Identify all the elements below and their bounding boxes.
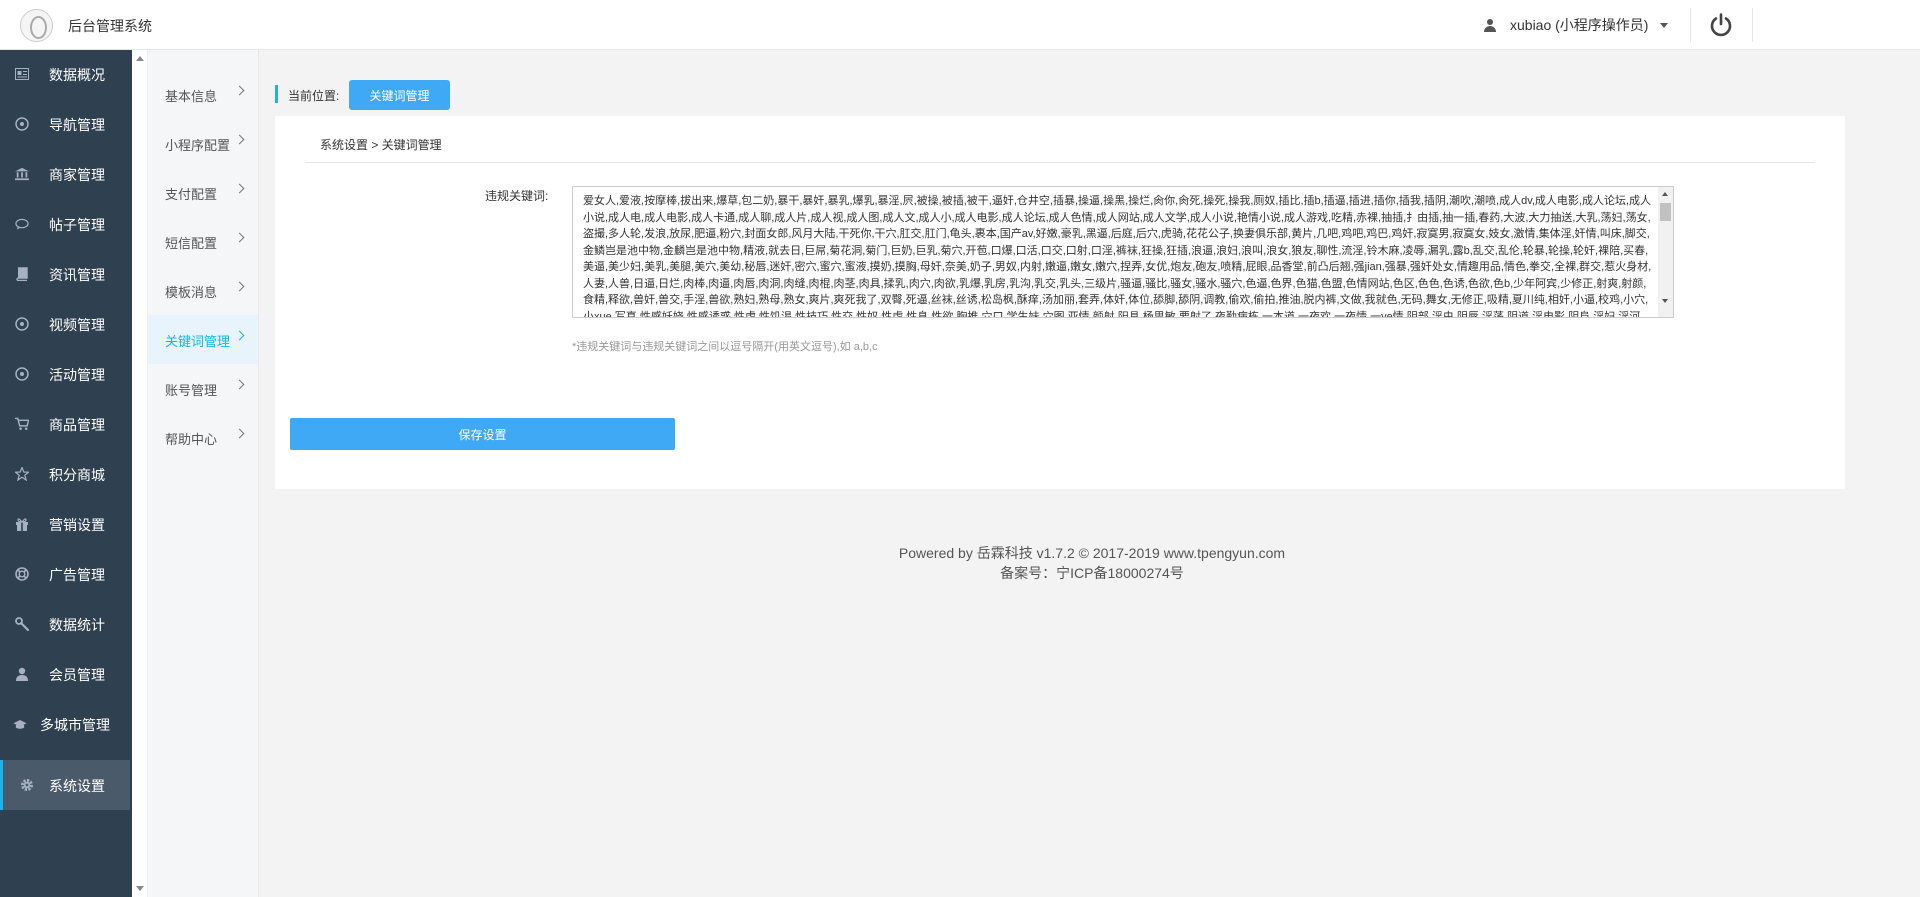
sidebar-item-dashboard[interactable]: 数据概况 <box>0 51 130 97</box>
scroll-up-arrow-icon[interactable] <box>1662 192 1668 196</box>
chevron-right-icon <box>234 379 245 390</box>
sidebar-scrollbar[interactable] <box>132 50 148 897</box>
subnav-item-keyword-management[interactable]: 关键词管理 <box>148 315 258 364</box>
wrench-icon <box>15 617 29 631</box>
star-icon <box>15 467 29 481</box>
sidebar-item-news[interactable]: 资讯管理 <box>0 251 130 297</box>
dashboard-icon <box>15 67 29 81</box>
top-bar: 后台管理系统 xubiao (小程序操作员) <box>0 0 1920 50</box>
graduation-icon <box>13 717 27 731</box>
subnav-item-payment-config[interactable]: 支付配置 <box>148 168 258 217</box>
sidebar-item-videos[interactable]: 视频管理 <box>0 301 130 347</box>
sidebar-item-navigation[interactable]: 导航管理 <box>0 101 130 147</box>
textarea-scrollbar[interactable] <box>1658 187 1673 317</box>
scroll-down-arrow-icon[interactable] <box>1662 299 1668 303</box>
video-icon <box>15 317 29 331</box>
subnav-item-miniprogram-config[interactable]: 小程序配置 <box>148 119 258 168</box>
save-settings-button[interactable]: 保存设置 <box>290 418 675 450</box>
gear-icon <box>20 778 34 792</box>
location-marker <box>275 85 278 103</box>
scroll-up-arrow-icon[interactable] <box>136 56 144 61</box>
subnav-item-sms-config[interactable]: 短信配置 <box>148 217 258 266</box>
location-current-button[interactable]: 关键词管理 <box>349 80 450 110</box>
user-icon <box>1484 18 1496 32</box>
sidebar-item-points-mall[interactable]: 积分商城 <box>0 451 130 497</box>
footer-powered-by: Powered by 岳霖科技 v1.7.2 © 2017-2019 www.t… <box>898 545 1286 561</box>
keyword-settings-panel: 系统设置 > 关键词管理 违规关键词: 爱女人,爱液,按摩棒,拔出来,爆草,包二… <box>275 116 1845 489</box>
keywords-field-label: 违规关键词: <box>485 189 549 203</box>
keywords-textarea[interactable]: 爱女人,爱液,按摩棒,拔出来,爆草,包二奶,暴干,暴奸,暴乳,爆乳,暴淫,屄,被… <box>572 186 1674 318</box>
sidebar-item-multi-city[interactable]: 多城市管理 <box>0 701 130 747</box>
sidebar-item-members[interactable]: 会员管理 <box>0 651 130 697</box>
compass-icon <box>15 367 29 381</box>
subnav-item-basic-info[interactable]: 基本信息 <box>148 70 258 119</box>
chevron-right-icon <box>234 281 245 292</box>
sidebar-item-marketing[interactable]: 营销设置 <box>0 501 130 547</box>
sub-navigation: 基本信息 小程序配置 支付配置 短信配置 模板消息 关键词管理 账号管理 帮助中… <box>148 50 259 897</box>
sidebar-item-activities[interactable]: 活动管理 <box>0 351 130 397</box>
sidebar-item-statistics[interactable]: 数据统计 <box>0 601 130 647</box>
scroll-down-arrow-icon[interactable] <box>136 886 144 891</box>
sidebar-item-system-settings[interactable]: 系统设置 <box>0 760 130 810</box>
divider <box>1690 8 1691 42</box>
keywords-textarea-content[interactable]: 爱女人,爱液,按摩棒,拔出来,爆草,包二奶,暴干,暴奸,暴乳,爆乳,暴淫,屄,被… <box>583 193 1653 317</box>
user-icon <box>15 667 29 681</box>
location-label: 当前位置: <box>288 89 340 103</box>
app-title: 后台管理系统 <box>68 18 152 34</box>
bank-icon <box>15 167 29 181</box>
chevron-right-icon <box>234 183 245 194</box>
chevron-right-icon <box>234 330 245 341</box>
user-label: xubiao (小程序操作员) <box>1510 17 1649 33</box>
sidebar-item-merchants[interactable]: 商家管理 <box>0 151 130 197</box>
chevron-right-icon <box>234 428 245 439</box>
subnav-item-template-message[interactable]: 模板消息 <box>148 266 258 315</box>
keywords-hint: *违规关键词与违规关键词之间以逗号隔开(用英文逗号),如 a,b,c <box>572 341 878 353</box>
power-icon[interactable] <box>1708 12 1734 38</box>
sidebar-item-posts[interactable]: 帖子管理 <box>0 201 130 247</box>
scrollbar-thumb[interactable] <box>1660 203 1671 221</box>
book-icon <box>15 267 29 281</box>
logo <box>20 9 53 42</box>
chevron-right-icon <box>234 85 245 96</box>
compass-icon <box>15 117 29 131</box>
caret-down-icon <box>1660 22 1669 28</box>
sidebar-item-products[interactable]: 商品管理 <box>0 401 130 447</box>
breadcrumb: 系统设置 > 关键词管理 <box>320 138 442 152</box>
cart-icon <box>15 417 29 431</box>
user-menu[interactable]: xubiao (小程序操作员) <box>1484 15 1669 35</box>
subnav-item-account-management[interactable]: 账号管理 <box>148 364 258 413</box>
divider <box>1752 8 1753 42</box>
chevron-right-icon <box>234 232 245 243</box>
sidebar: 数据概况 导航管理 商家管理 帖子管理 资讯管理 视频管理 活动管理 商品管理 … <box>0 50 132 897</box>
divider <box>305 162 1815 163</box>
gift-icon <box>15 517 29 531</box>
comment-icon <box>15 217 29 231</box>
footer-icp: 备案号：宁ICP备18000274号 <box>1000 565 1184 581</box>
subnav-item-help-center[interactable]: 帮助中心 <box>148 413 258 462</box>
chevron-right-icon <box>234 134 245 145</box>
